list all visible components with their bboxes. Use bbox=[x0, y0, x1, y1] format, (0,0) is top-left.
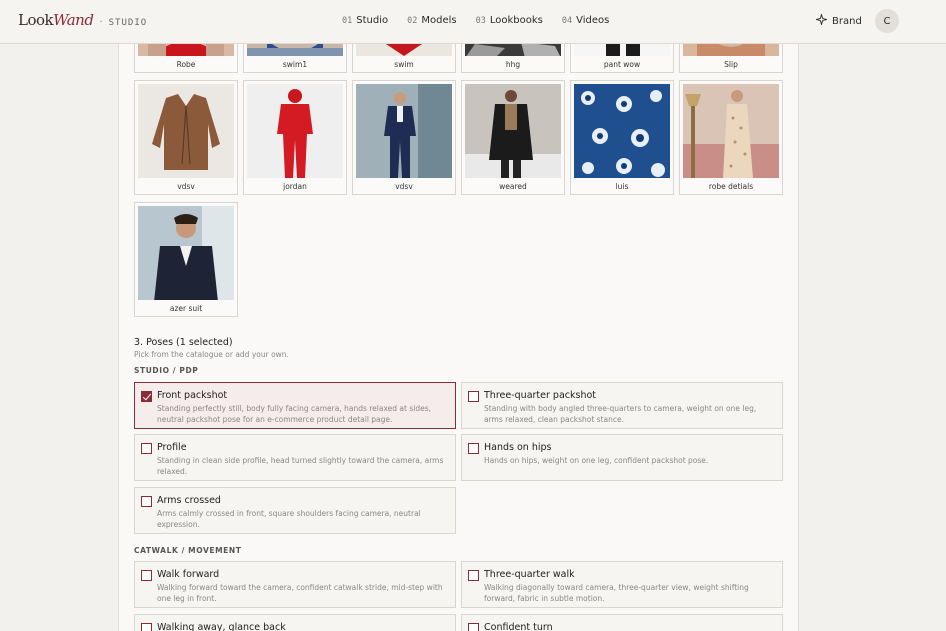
brand-separator: · bbox=[99, 17, 103, 28]
garment-tile[interactable]: vdsv bbox=[134, 80, 238, 195]
pose-title: Front packshot bbox=[157, 390, 228, 401]
pose-description: Arms calmly crossed in front, square sho… bbox=[157, 509, 421, 529]
garment-image bbox=[465, 84, 561, 178]
garment-image bbox=[138, 206, 234, 300]
checkbox[interactable] bbox=[141, 443, 152, 454]
main-nav: 01 Studio 02 Models 03 Lookbooks 04 Videos bbox=[342, 15, 609, 26]
pose-description: Standing in clean side profile, head tur… bbox=[157, 456, 444, 476]
pose-description: Hands on hips, weight on one leg, confid… bbox=[484, 456, 709, 465]
garment-label: azer suit bbox=[169, 304, 203, 313]
checkbox-checked[interactable] bbox=[141, 391, 152, 402]
pose-title: Hands on hips bbox=[484, 442, 552, 453]
pose-card-hands-on-hips[interactable]: Hands on hips Hands on hips, weight on o… bbox=[461, 434, 783, 481]
garment-tile[interactable]: azer suit bbox=[134, 202, 238, 317]
poses-subtitle: Pick from the catalogue or add your own. bbox=[134, 350, 289, 359]
garment-image bbox=[574, 84, 670, 178]
brand-look: Look bbox=[18, 11, 54, 29]
checkbox[interactable] bbox=[468, 570, 479, 581]
nav-studio[interactable]: 01 Studio bbox=[342, 15, 388, 26]
pose-description: Walking diagonally toward camera, three-… bbox=[484, 583, 749, 603]
garment-label: vdsv bbox=[395, 182, 413, 191]
pose-title: Three-quarter packshot bbox=[484, 390, 596, 401]
pose-title: Arms crossed bbox=[157, 495, 221, 506]
brand-studio: STUDIO bbox=[108, 18, 148, 28]
top-header: Look Wand · STUDIO 01 Studio 02 Models 03 L… bbox=[0, 0, 946, 44]
pose-card-three-quarter-walk[interactable]: Three-quarter walk Walking diagonally to… bbox=[461, 561, 783, 608]
garment-image bbox=[247, 84, 343, 178]
garment-label: jordan bbox=[283, 182, 307, 191]
checkbox[interactable] bbox=[468, 623, 479, 631]
garment-label: Slip bbox=[724, 60, 738, 69]
garment-image bbox=[138, 84, 234, 178]
garment-tile[interactable]: weared bbox=[461, 80, 565, 195]
brand-button-label: Brand bbox=[832, 15, 862, 27]
garment-label: hhg bbox=[505, 60, 521, 69]
pose-title: Three-quarter walk bbox=[484, 569, 575, 580]
brand-logo[interactable]: Look Wand · STUDIO bbox=[18, 11, 147, 29]
sparkle-icon bbox=[814, 12, 829, 28]
pose-card-arms-crossed[interactable]: Arms crossed Arms calmly crossed in fron… bbox=[134, 487, 456, 534]
checkbox[interactable] bbox=[468, 443, 479, 454]
nav-lookbooks[interactable]: 03 Lookbooks bbox=[476, 15, 543, 26]
garment-image bbox=[683, 84, 779, 178]
garment-tile[interactable]: vdsv bbox=[352, 80, 456, 195]
pose-title: Confident turn bbox=[484, 622, 553, 631]
pose-card-walking-away-glance-back[interactable]: Walking away, glance back bbox=[134, 614, 456, 631]
garment-label: Robe bbox=[176, 60, 196, 69]
brand-wand: Wand bbox=[53, 11, 94, 29]
garment-label: vdsv bbox=[177, 182, 195, 191]
pose-description: Standing with body angled three-quarters… bbox=[484, 404, 757, 424]
garment-label: robe detials bbox=[708, 182, 754, 191]
pose-title: Walking away, glance back bbox=[157, 622, 286, 631]
checkbox[interactable] bbox=[141, 496, 152, 507]
nav-models[interactable]: 02 Models bbox=[407, 15, 456, 26]
garment-image bbox=[356, 84, 452, 178]
poses-title: 3. Poses (1 selected) bbox=[134, 337, 233, 348]
garment-label: pant wow bbox=[603, 60, 641, 69]
garment-tile[interactable]: luis bbox=[570, 80, 674, 195]
garment-tile[interactable]: robe detials bbox=[679, 80, 783, 195]
pose-card-front-packshot[interactable]: Front packshot Standing perfectly still,… bbox=[134, 382, 456, 429]
nav-videos[interactable]: 04 Videos bbox=[562, 15, 609, 26]
garment-tile[interactable]: jordan bbox=[243, 80, 347, 195]
pose-description: Walking forward toward the camera, confi… bbox=[157, 583, 443, 603]
pose-description: Standing perfectly still, body fully fac… bbox=[157, 404, 432, 424]
pose-card-confident-turn[interactable]: Confident turn bbox=[461, 614, 783, 631]
garment-label: weared bbox=[499, 182, 527, 191]
category-studio-pdp: STUDIO / PDP bbox=[134, 366, 199, 375]
brand-button[interactable]: Brand bbox=[814, 12, 862, 28]
pose-title: Profile bbox=[157, 442, 187, 453]
pose-card-three-quarter-packshot[interactable]: Three-quarter packshot Standing with bod… bbox=[461, 382, 783, 429]
checkbox[interactable] bbox=[141, 623, 152, 631]
checkbox[interactable] bbox=[468, 391, 479, 402]
garment-label: luis bbox=[615, 182, 629, 191]
pose-title: Walk forward bbox=[157, 569, 220, 580]
user-avatar[interactable]: C bbox=[875, 9, 899, 33]
checkbox[interactable] bbox=[141, 570, 152, 581]
pose-card-walk-forward[interactable]: Walk forward Walking forward toward the … bbox=[134, 561, 456, 608]
garment-label: swim bbox=[394, 60, 414, 69]
garment-label: swim1 bbox=[282, 60, 308, 69]
category-catwalk-movement: CATWALK / MOVEMENT bbox=[134, 546, 242, 555]
pose-card-profile[interactable]: Profile Standing in clean side profile, … bbox=[134, 434, 456, 481]
